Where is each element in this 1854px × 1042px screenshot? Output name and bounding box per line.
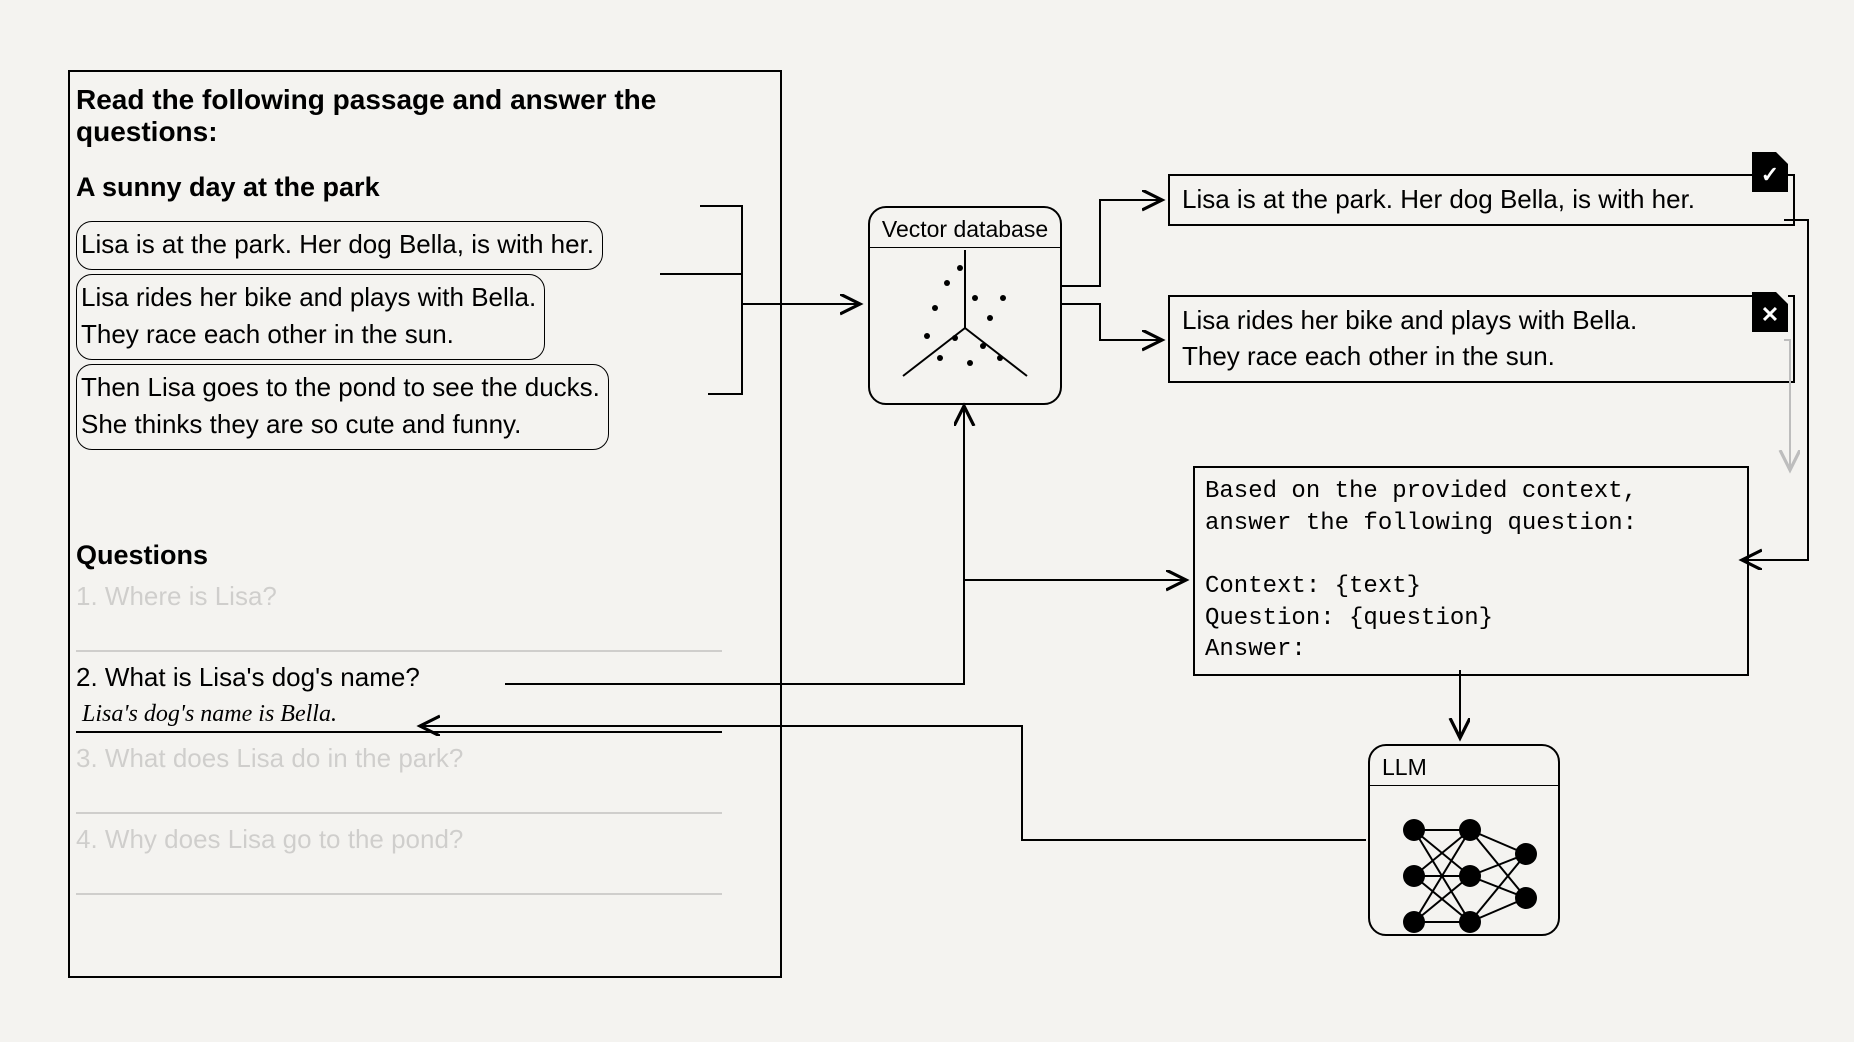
prompt-line: Context: {text} xyxy=(1205,573,1421,600)
x-icon: ✕ xyxy=(1752,302,1788,328)
vector-database-title: Vector database xyxy=(870,212,1060,248)
answer-line: Lisa's dog's name is Bella. xyxy=(76,701,722,733)
passage-chunk: Lisa is at the park. Her dog Bella, is w… xyxy=(76,221,603,270)
question-number: 1. xyxy=(76,581,98,611)
prompt-line: Question: {question} xyxy=(1205,605,1493,632)
llm-title: LLM xyxy=(1370,750,1558,786)
answer-line xyxy=(76,782,722,814)
answer-line xyxy=(76,620,722,652)
question-item: 4. Why does Lisa go to the pond? xyxy=(76,824,774,855)
chunk-line: They race each other in the sun. xyxy=(81,316,536,353)
chunk-line: She thinks they are so cute and funny. xyxy=(81,406,600,443)
question-text: Where is Lisa? xyxy=(105,581,277,611)
document-x-icon: ✕ xyxy=(1752,292,1788,332)
question-text: What does Lisa do in the park? xyxy=(105,743,463,773)
prompt-line: Answer: xyxy=(1205,636,1306,663)
worksheet-heading: Read the following passage and answer th… xyxy=(76,84,774,148)
retrieved-line: Lisa is at the park. Her dog Bella, is w… xyxy=(1182,182,1781,218)
question-item: 3. What does Lisa do in the park? xyxy=(76,743,774,774)
passage-title: A sunny day at the park xyxy=(76,172,774,203)
retrieved-chunk: Lisa is at the park. Her dog Bella, is w… xyxy=(1168,174,1795,226)
question-item: 2. What is Lisa's dog's name? xyxy=(76,662,774,693)
question-text: What is Lisa's dog's name? xyxy=(105,662,420,692)
worksheet-panel: Read the following passage and answer th… xyxy=(68,70,782,978)
vector-database-node: Vector database xyxy=(868,206,1062,405)
check-icon: ✓ xyxy=(1752,162,1788,188)
questions-heading: Questions xyxy=(76,540,774,571)
retrieved-line: They race each other in the sun. xyxy=(1182,339,1781,375)
answer-line xyxy=(76,863,722,895)
chunk-line: Then Lisa goes to the pond to see the du… xyxy=(81,369,600,406)
retrieved-line: Lisa rides her bike and plays with Bella… xyxy=(1182,303,1781,339)
question-number: 2. xyxy=(76,662,98,692)
prompt-line: answer the following question: xyxy=(1205,510,1637,537)
question-number: 4. xyxy=(76,824,98,854)
chunk-line: Lisa rides her bike and plays with Bella… xyxy=(81,279,536,316)
question-text: Why does Lisa go to the pond? xyxy=(105,824,463,854)
question-item: 1. Where is Lisa? xyxy=(76,581,774,612)
passage-chunk: Then Lisa goes to the pond to see the du… xyxy=(76,364,609,450)
passage-chunk: Lisa rides her bike and plays with Bella… xyxy=(76,274,545,360)
retrieved-chunk: Lisa rides her bike and plays with Bella… xyxy=(1168,295,1795,383)
llm-node: LLM xyxy=(1368,744,1560,936)
prompt-template: Based on the provided context, answer th… xyxy=(1193,466,1749,676)
document-check-icon: ✓ xyxy=(1752,152,1788,192)
chunk-line: Lisa is at the park. Her dog Bella, is w… xyxy=(81,226,594,263)
question-number: 3. xyxy=(76,743,98,773)
prompt-line: Based on the provided context, xyxy=(1205,478,1637,505)
